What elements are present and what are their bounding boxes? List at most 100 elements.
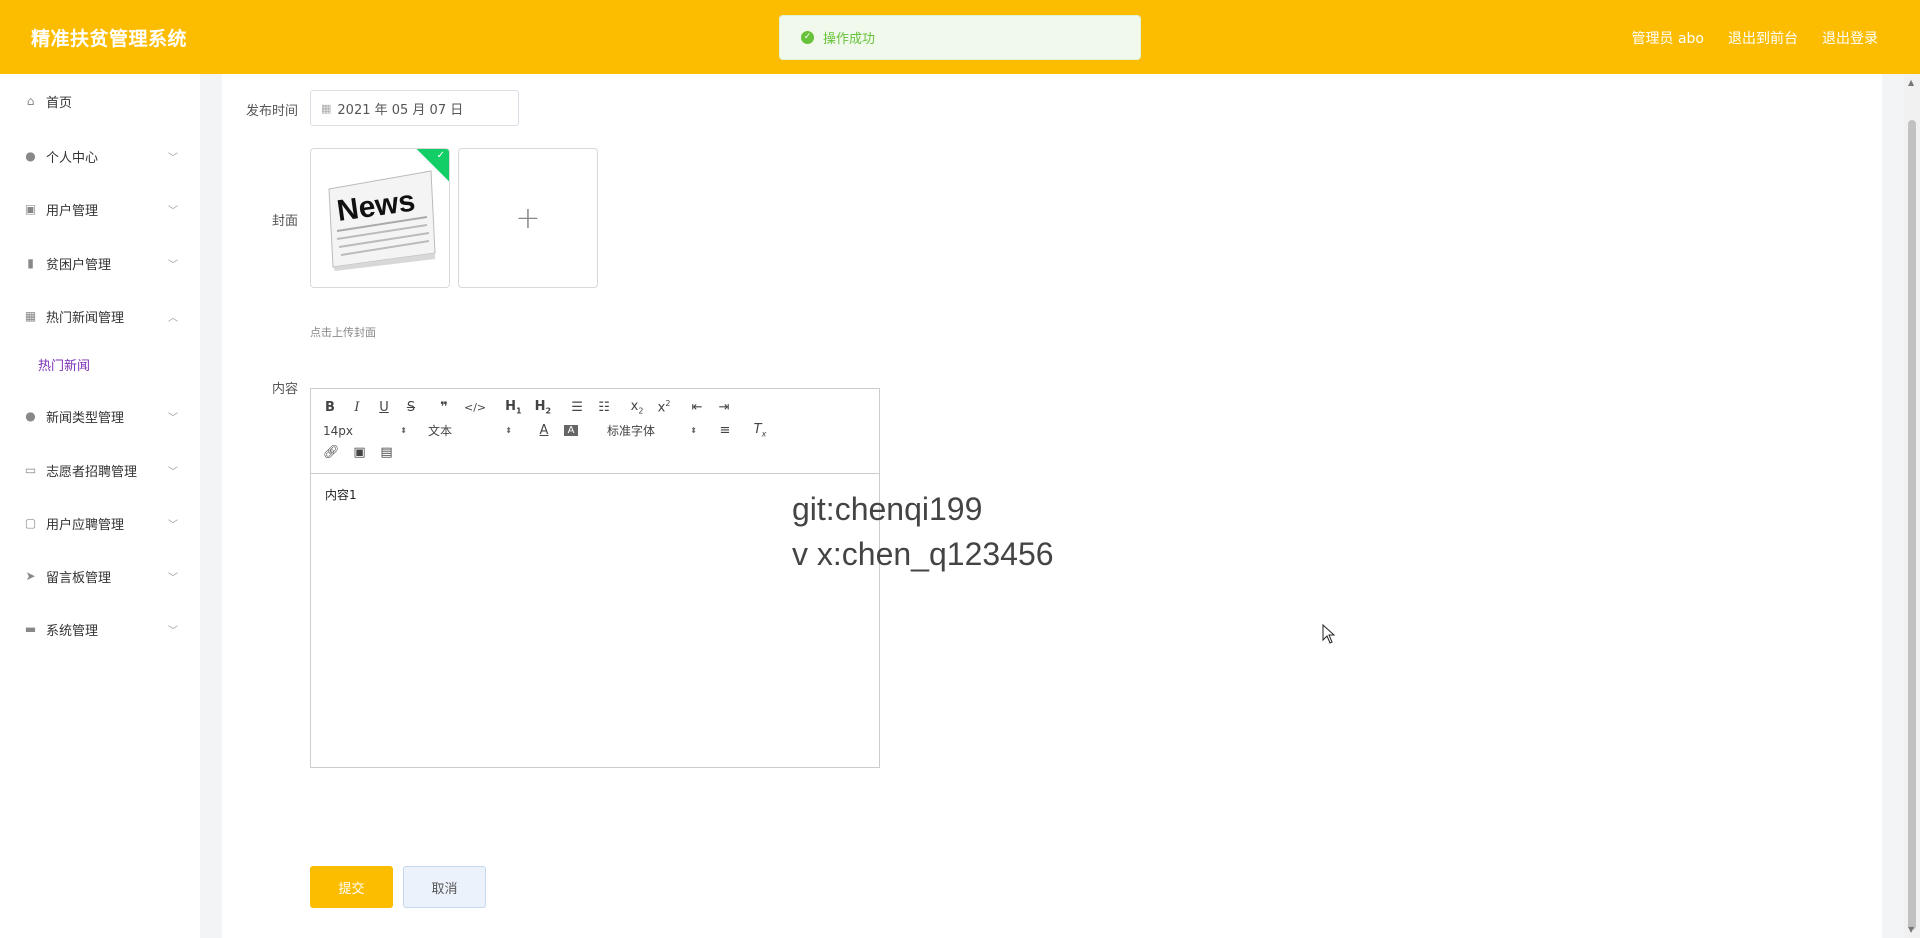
heading1-button[interactable]: H1 [505,399,521,416]
superscript-button[interactable]: x2 [657,399,671,415]
font-family-select[interactable]: 标准字体 ⬍ [607,422,697,439]
chevron-down-icon: ﹀ [168,572,178,584]
chart-check-icon: ▣ [24,202,37,216]
mouse-cursor-icon [1322,624,1336,644]
sidebar-item-poor-households[interactable]: ▮ 贫困户管理 ﹀ [0,243,200,283]
send-icon: ➤ [25,569,36,583]
toast-message: 操作成功 [823,32,876,47]
chevron-down-icon: ﹀ [168,152,178,164]
clear-format-icon[interactable]: Tx [753,422,767,439]
select-arrows-icon: ⬍ [505,426,512,435]
align-icon[interactable]: ≡ [718,423,732,438]
text-format-select[interactable]: 文本 ⬍ [428,422,512,439]
sidebar-item-label: 用户应聘管理 [46,517,125,533]
strikethrough-button[interactable]: S [404,400,418,415]
sidebar-item-label: 留言板管理 [46,570,112,586]
font-size-select[interactable]: 14px ⬍ [323,424,407,438]
bar-chart-icon: ▮ [27,256,34,270]
calendar-icon: ▦ [321,101,332,115]
editor-toolbar: B I U S ❞ </> H1 H2 ☰ ☷ x2 x2 ⇤ ⇥ 14px ⬍… [311,389,879,474]
plus-icon: + [515,200,541,236]
indent-icon[interactable]: ⇥ [717,400,731,415]
chevron-down-icon: ﹀ [168,412,178,424]
submit-button[interactable]: 提交 [310,866,393,908]
sidebar-item-system[interactable]: ▬ 系统管理 ﹀ [0,609,200,649]
sidebar-item-label: 热门新闻管理 [46,310,125,326]
scrollbar-thumb[interactable] [1908,120,1916,930]
underline-button[interactable]: U [377,400,391,415]
font-color-icon[interactable]: A [537,423,551,438]
news-cover-image: News [328,170,436,271]
exit-to-frontend-link[interactable]: 退出到前台 [1728,28,1798,48]
text-format-value: 文本 [428,424,453,438]
video-icon[interactable]: ▤ [380,445,394,460]
subscript-button[interactable]: x2 [630,399,644,416]
chevron-down-icon: ﹀ [168,205,178,217]
add-cover-button[interactable]: + [458,148,598,288]
bullet-list-icon[interactable]: ☷ [597,400,611,415]
watermark-line-2: v x:chen_q123456 [792,536,1054,572]
person-icon: ● [25,409,36,423]
sidebar-item-label: 系统管理 [46,623,99,639]
cover-image-card[interactable]: News ✓ [310,148,450,288]
chevron-down-icon: ﹀ [168,259,178,271]
sidebar-item-label: 志愿者招聘管理 [46,464,138,480]
sidebar-item-label: 首页 [46,95,73,111]
message-icon: ▢ [24,516,37,530]
select-arrows-icon: ⬍ [690,426,697,435]
toolbar-row-2: 14px ⬍ 文本 ⬍ A A 标准字体 ⬍ ≡ Tx [323,422,767,439]
bold-button[interactable]: B [323,400,337,415]
chevron-down-icon: ﹀ [168,466,178,478]
sidebar-item-profile[interactable]: ● 个人中心 ﹀ [0,136,200,176]
rich-text-editor: B I U S ❞ </> H1 H2 ☰ ☷ x2 x2 ⇤ ⇥ 14px ⬍… [310,388,880,768]
page-scrollbar[interactable]: ▲ ▼ [1904,74,1920,938]
editor-content-text: 内容1 [325,488,357,502]
sidebar-item-user-applications[interactable]: ▢ 用户应聘管理 ﹀ [0,503,200,543]
publish-time-label: 发布时间 [245,104,298,119]
user-icon: ● [25,149,36,163]
background-color-icon[interactable]: A [564,425,578,436]
scroll-up-icon[interactable]: ▲ [1908,78,1914,87]
cancel-button[interactable]: 取消 [403,866,486,908]
heading2-button[interactable]: H2 [535,399,551,416]
code-block-icon[interactable]: </> [464,401,486,414]
sidebar: ⌂ 首页 ● 个人中心 ﹀ ▣ 用户管理 ﹀ ▮ 贫困户管理 ﹀ ▦ 热门新闻管… [0,74,200,938]
sidebar-item-users[interactable]: ▣ 用户管理 ﹀ [0,189,200,229]
sidebar-item-news-types[interactable]: ● 新闻类型管理 ﹀ [0,396,200,436]
publish-date-picker[interactable]: ▦ 2021 年 05 月 07 日 [310,90,519,126]
image-icon[interactable]: ▣ [353,445,367,460]
font-family-value: 标准字体 [607,424,656,438]
logout-link[interactable]: 退出登录 [1822,28,1878,48]
link-icon[interactable]: 🔗︎ [323,445,340,460]
cover-label: 封面 [271,214,298,229]
header-actions: 管理员 abo 退出到前台 退出登录 [1632,28,1878,48]
sidebar-item-hot-news[interactable]: ▦ 热门新闻管理 ︿ [0,296,200,336]
outdent-icon[interactable]: ⇤ [690,400,704,415]
app-title: 精准扶贫管理系统 [31,28,188,50]
chevron-up-icon: ︿ [168,312,178,324]
font-size-value: 14px [323,423,353,438]
ordered-list-icon[interactable]: ☰ [570,400,584,415]
admin-user-link[interactable]: 管理员 abo [1632,28,1704,48]
toolbar-row-3: 🔗︎ ▣ ▤ [323,445,394,460]
sidebar-item-label: 用户管理 [46,203,99,219]
content-label: 内容 [271,382,298,397]
check-circle-icon: ✓ [801,31,814,44]
toolbar-row-1: B I U S ❞ </> H1 H2 ☰ ☷ x2 x2 ⇤ ⇥ [323,399,731,416]
sidebar-item-home[interactable]: ⌂ 首页 [0,81,200,121]
sidebar-item-volunteer-recruitment[interactable]: ▭ 志愿者招聘管理 ﹀ [0,450,200,490]
publish-date-value: 2021 年 05 月 07 日 [337,102,464,118]
sidebar-subitem-label: 热门新闻 [38,358,91,374]
blockquote-icon[interactable]: ❞ [437,400,451,415]
italic-button[interactable]: I [350,400,364,415]
home-icon: ⌂ [26,94,35,108]
sidebar-item-label: 新闻类型管理 [46,410,125,426]
scroll-down-icon[interactable]: ▼ [1908,925,1914,934]
upload-tip: 点击上传封面 [310,326,376,339]
chevron-down-icon: ﹀ [168,625,178,637]
sidebar-item-message-board[interactable]: ➤ 留言板管理 ﹀ [0,556,200,596]
check-icon: ✓ [436,150,445,161]
watermark-line-1: git:chenqi199 [792,491,983,527]
sidebar-subitem-hot-news[interactable]: 热门新闻 [0,348,200,380]
select-arrows-icon: ⬍ [400,426,407,435]
